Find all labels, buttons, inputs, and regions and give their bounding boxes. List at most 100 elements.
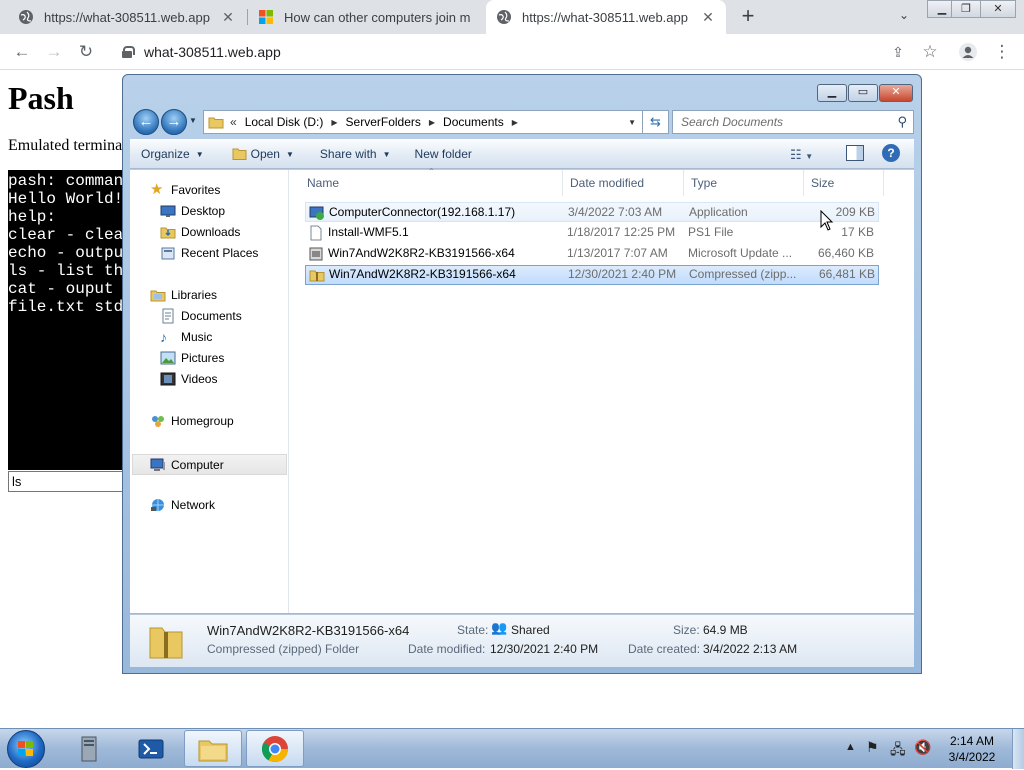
forward-arrow-icon[interactable]: → xyxy=(42,40,66,64)
open-label: Open xyxy=(250,147,280,161)
close-tab-icon[interactable]: ✕ xyxy=(220,9,236,26)
recent-pages-dropdown-icon[interactable]: ▼ xyxy=(189,116,197,125)
share-with-button[interactable]: Share with ▼ xyxy=(311,147,400,161)
browser-tab-2[interactable]: How can other computers join m xyxy=(248,0,484,34)
tab-search-chevron-icon[interactable]: ⌄ xyxy=(894,8,914,28)
close-window-button[interactable]: ✕ xyxy=(980,0,1016,18)
nav-favorites[interactable]: ★ Favorites xyxy=(150,182,220,198)
overflow-chevron-icon[interactable]: « xyxy=(230,115,237,129)
preview-pane-icon[interactable] xyxy=(846,145,864,161)
address-bar[interactable]: what-308511.web.app xyxy=(110,38,950,66)
page-subtitle: Emulated termina xyxy=(8,137,123,154)
nav-recent-places[interactable]: Recent Places xyxy=(160,245,258,261)
explorer-search-input[interactable]: Search Documents ⚲ xyxy=(672,110,914,134)
explorer-close-button[interactable]: ✕ xyxy=(879,84,913,102)
column-header-size[interactable]: Size xyxy=(804,170,884,196)
nav-homegroup[interactable]: Homegroup xyxy=(150,413,234,429)
breadcrumb-arrow-icon[interactable]: ▶ xyxy=(331,118,337,127)
reload-icon[interactable]: ↻ xyxy=(74,40,98,64)
details-created-label: Date created: xyxy=(628,642,701,656)
browser-tab-3-active[interactable]: https://what-308511.web.app ✕ xyxy=(486,0,726,34)
file-date: 3/4/2022 7:03 AM xyxy=(568,205,663,219)
powershell-icon xyxy=(138,739,164,758)
start-button[interactable] xyxy=(7,730,45,768)
nav-label: Documents xyxy=(181,309,242,323)
nav-pictures[interactable]: Pictures xyxy=(160,350,224,366)
volume-muted-icon[interactable]: 🔇 xyxy=(914,739,931,756)
column-label: Name xyxy=(307,176,340,190)
nav-network[interactable]: Network xyxy=(150,497,215,513)
nav-libraries[interactable]: Libraries xyxy=(150,287,217,303)
new-folder-label: New folder xyxy=(414,147,472,161)
nav-label: Videos xyxy=(181,372,218,386)
file-date: 12/30/2021 2:40 PM xyxy=(568,267,677,281)
search-icon: ⚲ xyxy=(897,114,907,129)
close-tab-icon[interactable]: ✕ xyxy=(700,9,716,26)
taskbar-powershell[interactable] xyxy=(122,730,180,767)
column-label: Size xyxy=(811,176,835,190)
nav-documents[interactable]: Documents xyxy=(160,308,242,324)
nav-videos[interactable]: Videos xyxy=(160,371,217,387)
details-created-value: 3/4/2022 2:13 AM xyxy=(703,642,798,656)
column-header-date[interactable]: Date modified xyxy=(563,170,684,196)
organize-button[interactable]: Organize ▼ xyxy=(130,147,213,161)
url-text: what-308511.web.app xyxy=(144,44,281,60)
column-header-name[interactable]: Name ⌃ xyxy=(300,167,563,196)
help-icon[interactable]: ? xyxy=(882,144,900,162)
restore-window-button[interactable]: ❐ xyxy=(951,0,981,18)
taskbar-windows-explorer[interactable] xyxy=(184,730,242,767)
file-row[interactable]: Install-WMF5.1 1/18/2017 12:25 PM PS1 Fi… xyxy=(305,223,879,243)
music-icon: ♪ xyxy=(160,329,167,345)
nav-downloads[interactable]: Downloads xyxy=(160,224,240,240)
breadcrumb-documents[interactable]: Documents xyxy=(443,115,504,129)
nav-music[interactable]: ♪ Music xyxy=(160,329,212,345)
browser-tab-1[interactable]: https://what-308511.web.app ✕ xyxy=(8,0,246,34)
system-clock[interactable]: 2:14 AM 3/4/2022 xyxy=(940,733,1004,765)
bookmark-star-icon[interactable]: ☆ xyxy=(918,40,942,64)
share-icon[interactable]: ⇪ xyxy=(886,40,910,64)
nav-label: Libraries xyxy=(171,288,218,302)
column-header-type[interactable]: Type xyxy=(684,170,804,196)
file-row-selected[interactable]: Win7AndW2K8R2-KB3191566-x64 12/30/2021 2… xyxy=(305,265,879,285)
nav-computer[interactable]: Computer xyxy=(132,454,287,475)
nav-label: Desktop xyxy=(181,204,226,218)
new-folder-button[interactable]: New folder xyxy=(406,147,481,161)
show-desktop-button[interactable] xyxy=(1012,729,1024,769)
refresh-icon[interactable]: ⇆ xyxy=(643,110,669,134)
nav-label: Network xyxy=(171,498,216,512)
profile-avatar-icon[interactable] xyxy=(956,40,980,64)
taskbar-server-manager[interactable] xyxy=(60,730,118,767)
pictures-icon xyxy=(160,350,176,366)
open-button[interactable]: Open ▼ xyxy=(223,147,303,161)
explorer-maximize-button[interactable]: ▭ xyxy=(848,84,878,102)
explorer-back-button[interactable]: ← xyxy=(133,109,159,135)
details-size-label: Size: xyxy=(673,623,700,637)
view-options-icon[interactable]: ☷ ▼ xyxy=(790,147,813,163)
microsoft-logo-icon xyxy=(259,10,273,24)
explorer-content: ★ Favorites Desktop Downloads Recent Pla… xyxy=(130,167,914,613)
taskbar-chrome[interactable] xyxy=(246,730,304,767)
show-hidden-icons-icon[interactable]: ▲ xyxy=(845,741,856,753)
clock-time: 2:14 AM xyxy=(949,734,995,748)
address-history-dropdown-icon[interactable]: ▼ xyxy=(628,118,636,127)
menu-kebab-icon[interactable]: ⋮ xyxy=(990,40,1014,64)
search-placeholder: Search Documents xyxy=(681,115,784,129)
file-size: 17 KB xyxy=(841,225,874,239)
network-status-icon[interactable]: 🖧 xyxy=(890,739,906,763)
explorer-folder-icon xyxy=(198,740,228,761)
explorer-forward-button[interactable]: → xyxy=(161,109,187,135)
action-center-flag-icon[interactable]: ⚑ xyxy=(866,739,879,756)
computer-icon xyxy=(150,457,166,473)
new-tab-button[interactable]: + xyxy=(736,5,760,29)
explorer-minimize-button[interactable]: ▁ xyxy=(817,84,847,102)
breadcrumb-arrow-icon[interactable]: ▶ xyxy=(429,118,435,127)
file-row[interactable]: Win7AndW2K8R2-KB3191566-x64 1/13/2017 7:… xyxy=(305,244,879,264)
back-arrow-icon[interactable]: ← xyxy=(10,40,34,64)
column-label: Type xyxy=(691,176,718,190)
nav-desktop[interactable]: Desktop xyxy=(160,203,225,219)
explorer-address-bar[interactable]: « Local Disk (D:) ▶ ServerFolders ▶ Docu… xyxy=(203,110,643,134)
breadcrumb-serverfolders[interactable]: ServerFolders xyxy=(346,115,421,129)
breadcrumb-arrow-icon[interactable]: ▶ xyxy=(512,118,518,127)
breadcrumb-local-disk[interactable]: Local Disk (D:) xyxy=(245,115,324,129)
file-row[interactable]: ComputerConnector(192.168.1.17) 3/4/2022… xyxy=(305,202,879,222)
